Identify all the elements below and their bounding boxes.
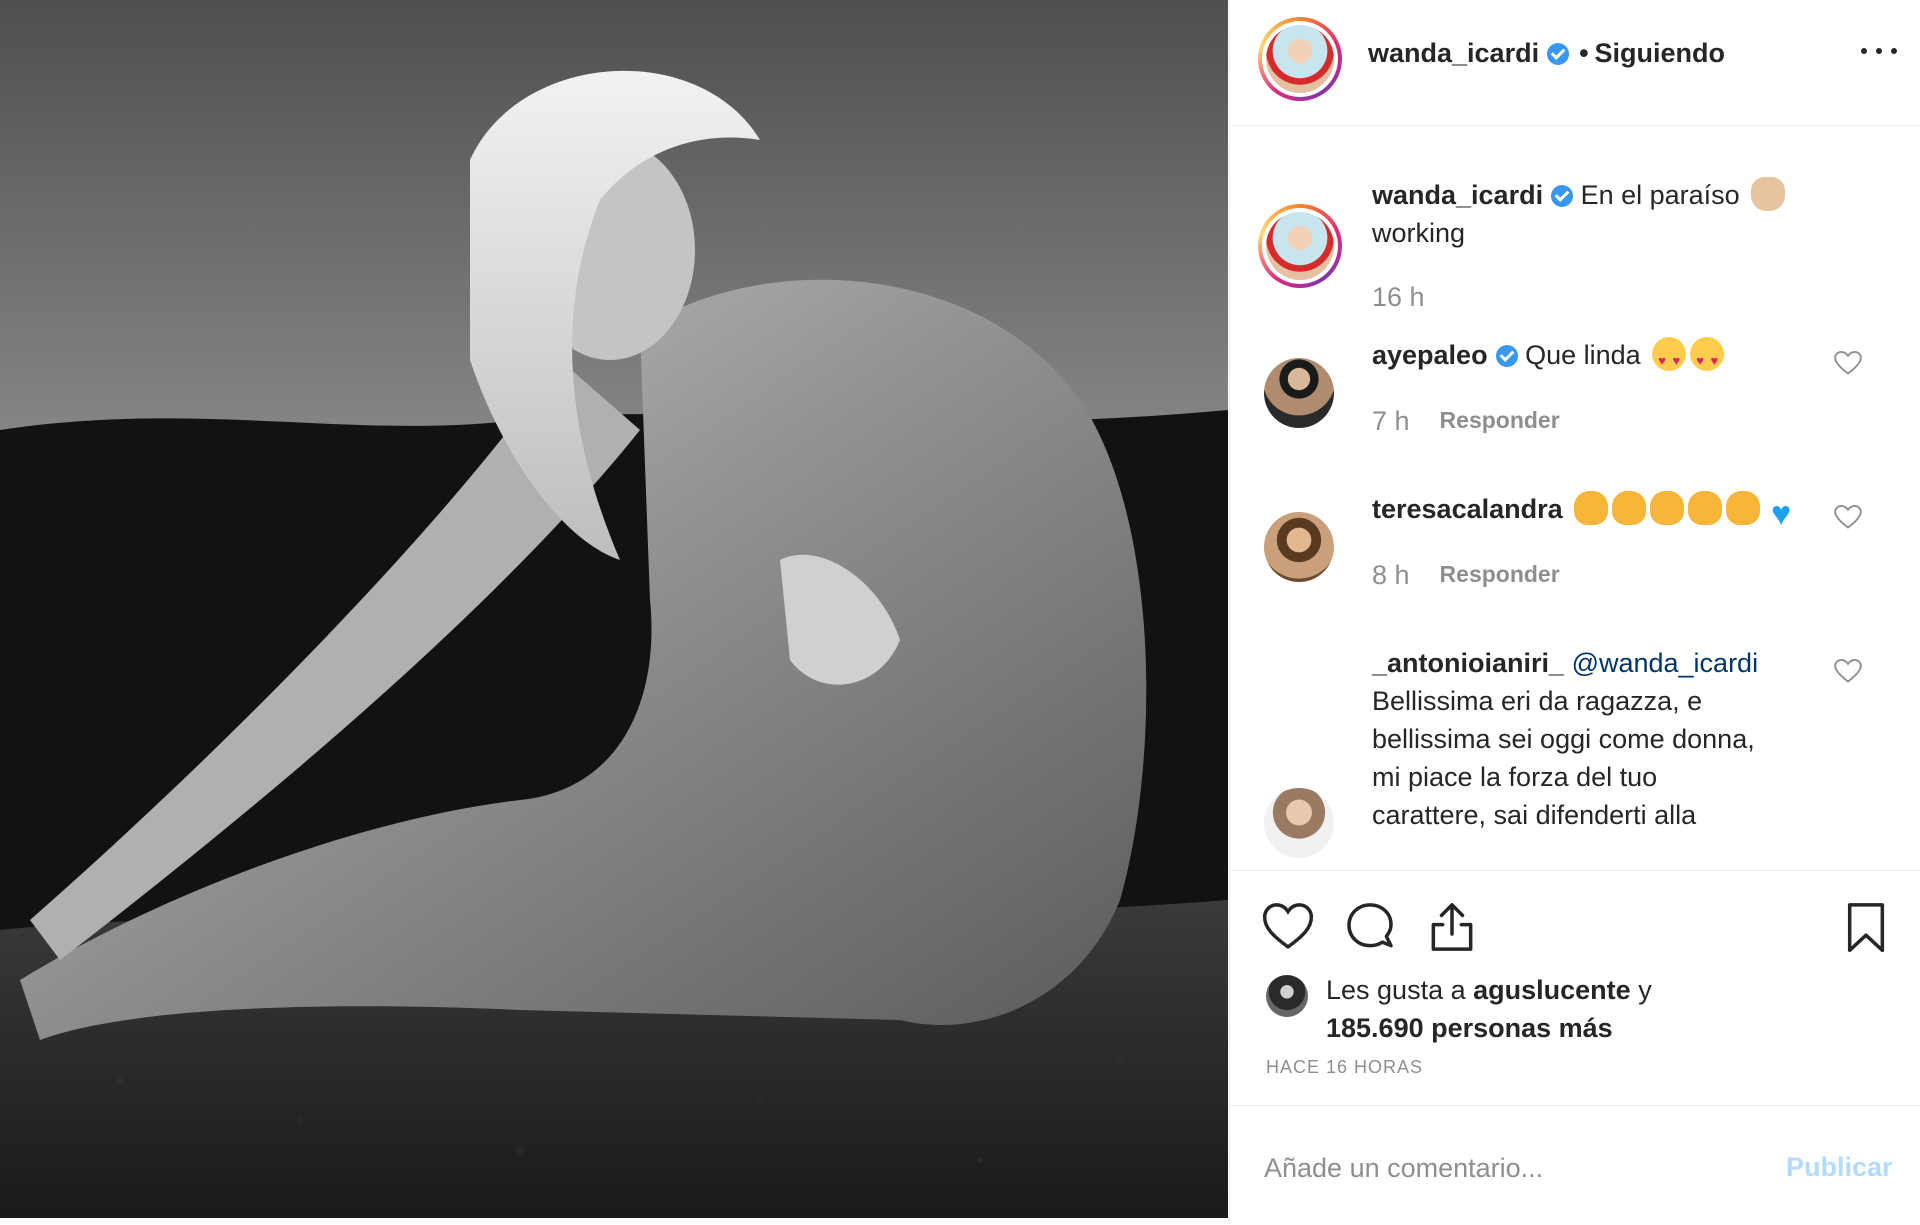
caption: wanda_icardi En el paraíso working 16 h <box>1230 126 1920 312</box>
photo-illustration <box>0 0 1228 1218</box>
liker-avatar[interactable] <box>1266 975 1308 1017</box>
caption-line1: En el paraíso <box>1580 180 1740 210</box>
instagram-post: wanda_icardi • Siguiendo wanda_icardi En e… <box>0 0 1920 1224</box>
comment-input[interactable] <box>1264 1148 1784 1188</box>
likes-others[interactable]: 185.690 personas más <box>1326 1013 1613 1043</box>
comment-item: teresacalandra ♥ 8 h Responder <box>1230 490 1920 620</box>
comment-meta: 7 h Responder <box>1372 406 1560 437</box>
share-icon[interactable] <box>1424 899 1480 955</box>
likes-text[interactable]: Les gusta a aguslucente y 185.690 person… <box>1326 971 1886 1047</box>
author-avatar[interactable] <box>1258 17 1342 101</box>
comment-time[interactable]: 8 h <box>1372 560 1410 590</box>
post-timestamp[interactable]: HACE 16 HORAS <box>1266 1057 1423 1078</box>
commenter-username[interactable]: ayepaleo <box>1372 340 1488 370</box>
commenter-avatar[interactable] <box>1264 512 1334 582</box>
comment-icon[interactable] <box>1342 899 1398 955</box>
commenter-avatar[interactable] <box>1264 788 1334 858</box>
verified-badge-icon <box>1551 185 1574 207</box>
caption-username[interactable]: wanda_icardi <box>1372 180 1543 210</box>
comment-item: ayepaleo Que linda 7 h Responder <box>1230 336 1920 466</box>
heart-eyes-emoji <box>1652 337 1687 380</box>
commenter-username[interactable]: _antonioianiri_ <box>1372 648 1564 678</box>
like-comment-heart-icon[interactable] <box>1834 658 1862 684</box>
clap-emoji <box>1688 491 1723 525</box>
clap-emoji <box>1612 491 1647 525</box>
comment-text: ayepaleo Que linda <box>1372 336 1812 380</box>
commenter-avatar[interactable] <box>1264 358 1334 428</box>
caption-avatar[interactable] <box>1258 204 1342 288</box>
comment-mention[interactable]: @wanda_icardi <box>1572 648 1759 678</box>
caption-text: wanda_icardi En el paraíso working <box>1372 176 1812 252</box>
clap-emoji <box>1574 491 1609 525</box>
reply-button[interactable]: Responder <box>1440 561 1560 587</box>
likes-joiner: y <box>1638 975 1652 1005</box>
comment-text: teresacalandra ♥ <box>1372 490 1812 531</box>
comment-text: _antonioianiri_ @wanda_icardi Bellissima… <box>1372 644 1812 834</box>
heart-eyes-emoji <box>1690 337 1725 380</box>
comment-time[interactable]: 7 h <box>1372 406 1410 436</box>
heart-icon[interactable] <box>1260 899 1316 955</box>
publish-button[interactable]: Publicar <box>1786 1152 1893 1183</box>
comment-meta: 8 h Responder <box>1372 560 1560 591</box>
like-comment-heart-icon[interactable] <box>1834 504 1862 530</box>
commenter-username[interactable]: teresacalandra <box>1372 494 1563 524</box>
author-info: wanda_icardi • Siguiendo <box>1368 38 1725 69</box>
add-comment-bar: Publicar <box>1230 1105 1920 1225</box>
clap-emoji <box>1650 491 1685 525</box>
clap-emoji <box>1726 491 1761 525</box>
post-header: wanda_icardi • Siguiendo <box>1230 0 1920 126</box>
caption-line2: working <box>1372 218 1466 248</box>
blue-heart-emoji: ♥ <box>1771 495 1792 533</box>
bookmark-icon[interactable] <box>1838 899 1894 955</box>
caption-time[interactable]: 16 h <box>1372 282 1425 313</box>
comment-body: Que linda <box>1525 340 1641 370</box>
likes-prefix: Les gusta a <box>1326 975 1466 1005</box>
reply-button[interactable]: Responder <box>1440 407 1560 433</box>
comment-item: _antonioianiri_ @wanda_icardi Bellissima… <box>1230 644 1920 870</box>
separator: • <box>1579 38 1589 68</box>
like-comment-heart-icon[interactable] <box>1834 350 1862 376</box>
first-liker[interactable]: aguslucente <box>1473 975 1631 1005</box>
author-username[interactable]: wanda_icardi <box>1368 38 1539 68</box>
comment-line: bellissima sei oggi come donna, <box>1372 724 1755 754</box>
comments-list[interactable]: wanda_icardi En el paraíso working 16 h … <box>1230 126 1920 870</box>
verified-badge-icon <box>1547 43 1570 65</box>
comment-line: Bellissima eri da ragazza, e <box>1372 686 1703 716</box>
post-sidebar: wanda_icardi • Siguiendo wanda_icardi En e… <box>1229 0 1920 1224</box>
raised-hands-emoji <box>1751 177 1786 211</box>
post-photo[interactable] <box>0 0 1228 1218</box>
more-options-icon[interactable] <box>1859 36 1903 66</box>
comment-line: carattere, sai difenderti alla <box>1372 800 1697 830</box>
verified-badge-icon <box>1495 345 1518 367</box>
comment-line: mi piace la forza del tuo <box>1372 762 1658 792</box>
follow-button[interactable]: Siguiendo <box>1595 38 1726 68</box>
